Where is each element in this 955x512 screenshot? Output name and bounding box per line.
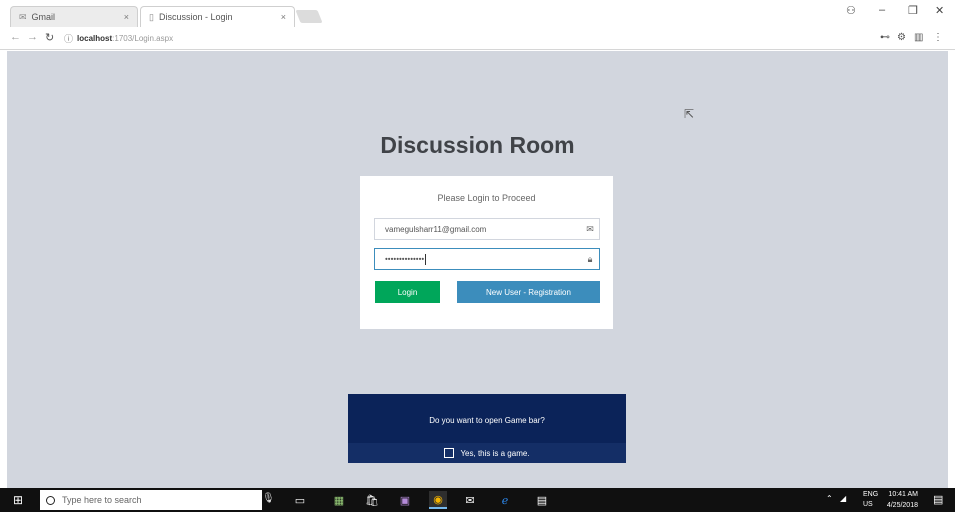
url-input[interactable]: ⓘ localhost :1703/Login.aspx (64, 30, 874, 47)
clock-time: 10:41 AM (888, 491, 918, 498)
lock-icon: 🔒︎ (587, 253, 593, 264)
network-icon[interactable]: ◢ (840, 494, 846, 503)
tray-chevron-icon[interactable]: ⌃ (826, 494, 833, 503)
register-button[interactable]: New User - Registration (457, 281, 600, 303)
task-view-icon[interactable]: ▭ (291, 491, 309, 509)
taskbar-search-placeholder: Type here to search (62, 495, 142, 505)
taskbar-search[interactable]: Type here to search (40, 490, 262, 510)
url-path: :1703/Login.aspx (112, 34, 174, 43)
email-field[interactable]: vamegulsharr11@gmail.com ✉ (374, 218, 600, 240)
minimize-icon[interactable]: – (879, 4, 885, 16)
close-icon[interactable]: × (124, 12, 129, 22)
edge-icon[interactable]: ℯ (496, 491, 514, 509)
email-value: vamegulsharr11@gmail.com (385, 224, 487, 234)
maximize-icon[interactable]: ❐ (908, 4, 918, 17)
login-message: Please Login to Proceed (437, 193, 536, 203)
mail-icon[interactable]: ✉ (461, 491, 479, 509)
menu-icon[interactable]: ⋮ (933, 32, 943, 43)
game-checkbox-label[interactable]: Yes, this is a game. (460, 449, 529, 458)
game-checkbox[interactable] (444, 448, 455, 458)
password-value: •••••••••••••• (385, 254, 425, 264)
tab-gmail[interactable]: ✉ Gmail × (10, 6, 138, 27)
extension-icon[interactable]: ▥ (914, 32, 923, 43)
mouse-cursor-icon: ⇱ (684, 107, 695, 121)
envelope-icon: ✉ (586, 223, 594, 234)
cortana-icon (46, 495, 55, 505)
visual-studio-icon[interactable]: ▣ (396, 491, 414, 509)
forward-icon[interactable]: → (27, 31, 38, 43)
page-body: Discussion Room Please Login to Proceed … (7, 51, 948, 488)
tab-discussion-login-label: Discussion - Login (158, 12, 233, 22)
game-bar-footer: Yes, this is a game. (348, 443, 626, 463)
page-icon: ▯ (149, 11, 154, 22)
file-explorer-icon[interactable]: ▤ (533, 491, 551, 509)
taskbar-clock[interactable]: 10:41 AM 4/25/2018 (858, 489, 918, 511)
page-title: Discussion Room (380, 132, 575, 158)
text-caret (425, 253, 427, 265)
tab-gmail-label: Gmail (31, 12, 56, 22)
microphone-icon[interactable]: 🎙︎ (262, 493, 275, 504)
password-field[interactable]: •••••••••••••• 🔒︎ (374, 248, 600, 270)
window-close-icon[interactable]: ✕ (935, 4, 944, 17)
reload-icon[interactable]: ↻ (45, 31, 54, 44)
profile-icon[interactable]: ⚇ (846, 4, 856, 17)
browser-tab-bar: ✉ Gmail × ▯ Discussion - Login × ⚇ – ❐ ✕ (0, 0, 955, 27)
windows-start-icon[interactable]: ⊞ (13, 493, 23, 507)
browser-address-bar: ← → ↻ ⓘ localhost :1703/Login.aspx ⊷ ⚙ ▥… (0, 27, 955, 50)
settings-icon[interactable]: ⚙ (897, 32, 906, 43)
back-icon[interactable]: ← (10, 31, 21, 43)
password-value-wrap: •••••••••••••• (385, 253, 581, 265)
taskbar: ⊞ Type here to search 🎙︎ ▭ ▦ 🛍︎ ▣ ◉ ✉ ℯ … (0, 488, 955, 512)
store-icon[interactable]: 🛍︎ (363, 491, 381, 509)
key-icon[interactable]: ⊷ (880, 32, 890, 43)
new-tab-button[interactable] (295, 10, 323, 23)
close-icon[interactable]: × (281, 12, 286, 22)
info-icon[interactable]: ⓘ (64, 32, 73, 45)
game-bar-question: Do you want to open Game bar? (429, 416, 545, 425)
app-icon[interactable]: ▦ (330, 491, 348, 509)
email-icon: ✉ (19, 11, 27, 22)
clock-date: 4/25/2018 (886, 502, 918, 509)
login-button[interactable]: Login (375, 281, 440, 303)
tab-discussion-login[interactable]: ▯ Discussion - Login × (140, 6, 295, 27)
chrome-icon[interactable]: ◉ (429, 491, 447, 509)
login-box: Please Login to Proceed vamegulsharr11@g… (360, 176, 613, 329)
notification-icon[interactable]: ▤ (933, 493, 943, 506)
game-bar-prompt: Do you want to open Game bar? Yes, this … (348, 394, 626, 463)
url-host: localhost (77, 34, 113, 43)
